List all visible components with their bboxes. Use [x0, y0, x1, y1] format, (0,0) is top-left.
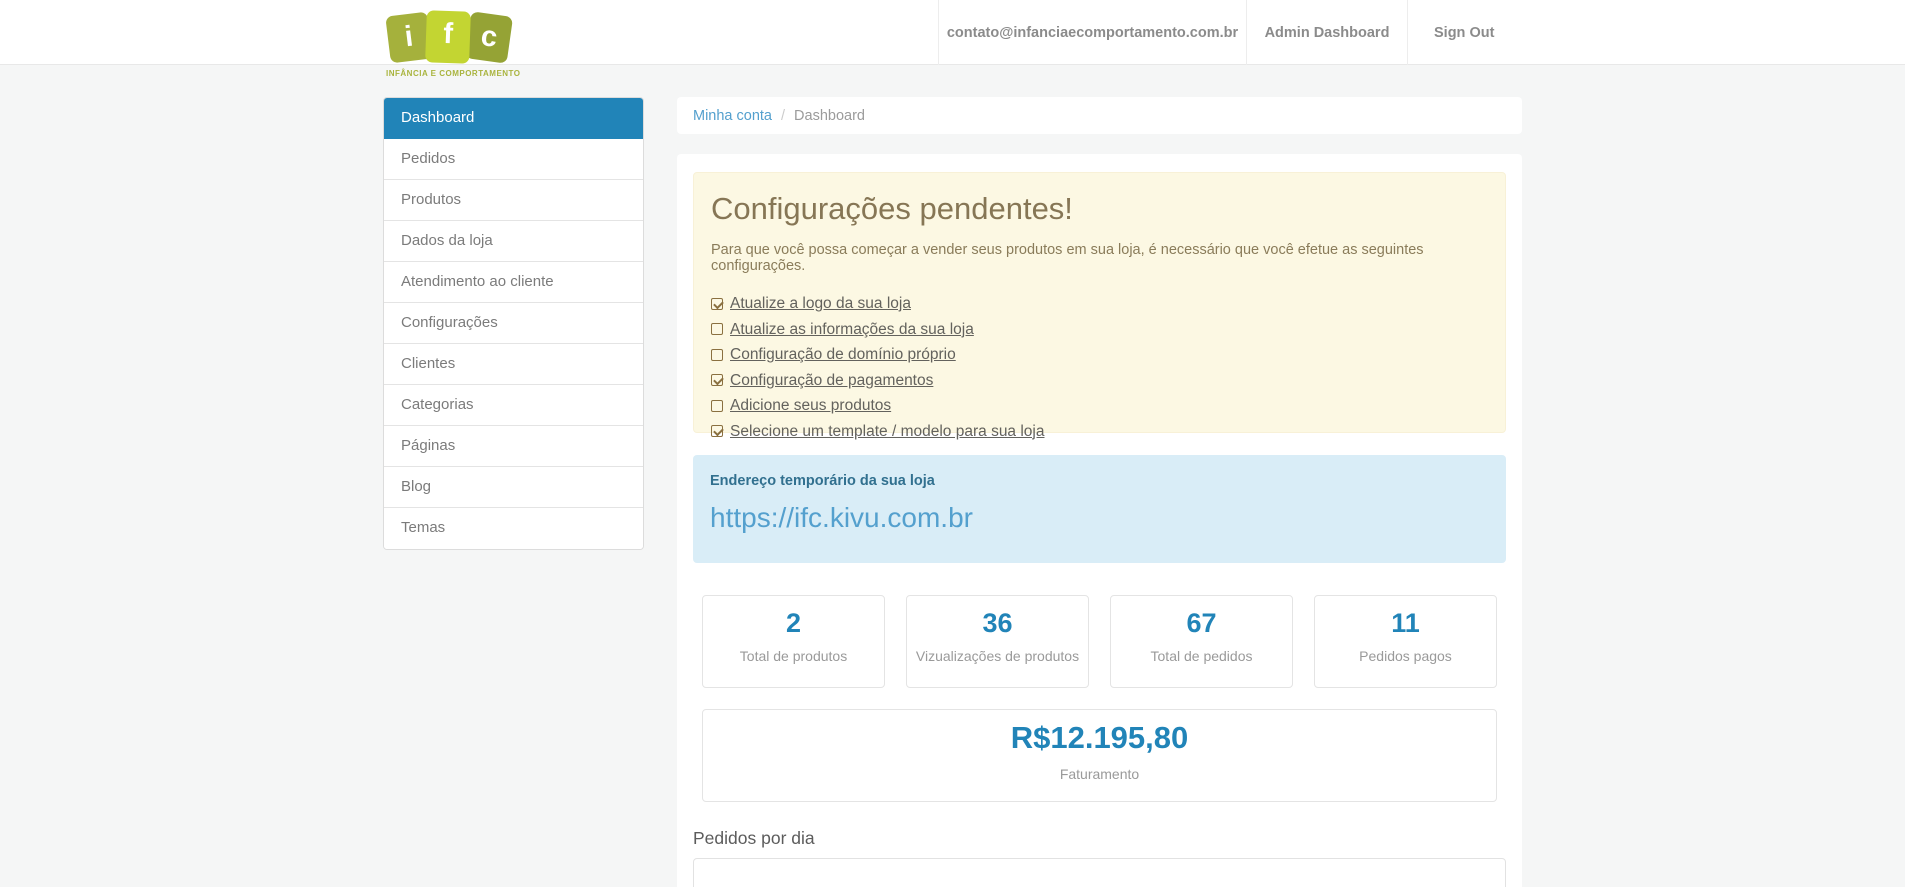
sign-out-link[interactable]: Sign Out — [1407, 0, 1520, 65]
store-address-box: Endereço temporário da sua loja https://… — [693, 455, 1506, 563]
stat-label: Vizualizações de produtos — [915, 648, 1080, 664]
revenue-card: R$12.195,80 Faturamento — [702, 709, 1497, 802]
sidebar-item-blog[interactable]: Blog — [384, 467, 643, 508]
stat-total-produtos: 2 Total de produtos — [702, 595, 885, 688]
revenue-label: Faturamento — [1059, 766, 1140, 782]
main-panel: Configurações pendentes! Para que você p… — [677, 154, 1522, 887]
task-atualize-informacoes-link[interactable]: Atualize as informações da sua loja — [730, 317, 974, 343]
task-adicione-produtos-link[interactable]: Adicione seus produtos — [730, 393, 891, 419]
sidebar-item-paginas[interactable]: Páginas — [384, 426, 643, 467]
breadcrumb: Minha conta / Dashboard — [677, 97, 1522, 134]
checkbox-icon — [711, 399, 723, 412]
task-atualize-logo-link[interactable]: Atualize a logo da sua loja — [730, 291, 911, 317]
stat-value: 11 — [1391, 608, 1420, 638]
stat-label: Pedidos pagos — [1359, 648, 1452, 664]
admin-dashboard-link[interactable]: Admin Dashboard — [1246, 0, 1407, 65]
store-logo[interactable]: i f c INFÂNCIA E COMPORTAMENTO — [385, 10, 520, 80]
task-list: Atualize a logo da sua loja Atualize as … — [711, 291, 1488, 444]
task-row: Atualize a logo da sua loja — [711, 291, 1488, 317]
revenue-value: R$12.195,80 — [1010, 720, 1189, 755]
task-row: Adicione seus produtos — [711, 393, 1488, 419]
admin-dashboard-screen: i f c INFÂNCIA E COMPORTAMENTO contato@i… — [0, 0, 1905, 887]
task-row: Configuração de pagamentos — [711, 368, 1488, 394]
breadcrumb-separator: / — [781, 107, 786, 124]
stats-row: 2 Total de produtos 36 Vizualizações de … — [702, 595, 1497, 688]
task-row: Configuração de domínio próprio — [711, 342, 1488, 368]
stat-label: Total de pedidos — [1150, 648, 1253, 664]
sidebar-item-atendimento-ao-cliente[interactable]: Atendimento ao cliente — [384, 262, 643, 303]
checkbox-icon — [711, 374, 723, 387]
stat-label: Total de produtos — [739, 648, 848, 664]
stat-pedidos-pagos: 11 Pedidos pagos — [1314, 595, 1497, 688]
task-row: Atualize as informações da sua loja — [711, 317, 1488, 343]
pending-config-alert: Configurações pendentes! Para que você p… — [693, 172, 1506, 440]
sidebar-item-dashboard[interactable]: Dashboard — [384, 98, 643, 139]
stat-visualizacoes-produtos: 36 Vizualizações de produtos — [906, 595, 1089, 688]
sidebar-item-configuracoes[interactable]: Configurações — [384, 303, 643, 344]
stat-value: 2 — [785, 608, 802, 638]
top-bar: i f c INFÂNCIA E COMPORTAMENTO contato@i… — [0, 0, 1905, 78]
sidebar-item-temas[interactable]: Temas — [384, 508, 643, 549]
task-pagamentos-link[interactable]: Configuração de pagamentos — [730, 368, 933, 394]
sidebar-item-categorias[interactable]: Categorias — [384, 385, 643, 426]
stat-total-pedidos: 67 Total de pedidos — [1110, 595, 1293, 688]
sidebar-item-dados-da-loja[interactable]: Dados da loja — [384, 221, 643, 262]
logo-card-f: f — [425, 10, 471, 64]
alert-description: Para que você possa começar a vender seu… — [711, 242, 1424, 274]
stat-value: 67 — [1186, 608, 1217, 638]
orders-per-day-chart-panel — [693, 858, 1506, 887]
sidebar-item-pedidos[interactable]: Pedidos — [384, 139, 643, 180]
stat-value: 36 — [982, 608, 1013, 638]
store-address-label: Endereço temporário da sua loja — [710, 473, 935, 489]
orders-per-day-title: Pedidos por dia — [693, 828, 815, 848]
checkbox-icon — [711, 323, 723, 336]
checkbox-icon — [711, 348, 723, 361]
breadcrumb-current: Dashboard — [794, 107, 865, 124]
store-url-link[interactable]: https://ifc.kivu.com.br — [710, 502, 973, 534]
task-selecione-template-link[interactable]: Selecione um template / modelo para sua … — [730, 419, 1045, 445]
checkbox-icon — [711, 425, 723, 438]
sidebar: Dashboard Pedidos Produtos Dados da loja… — [383, 97, 644, 550]
account-email: contato@infanciaecomportamento.com.br — [938, 0, 1246, 65]
sidebar-item-produtos[interactable]: Produtos — [384, 180, 643, 221]
task-dominio-proprio-link[interactable]: Configuração de domínio próprio — [730, 342, 956, 368]
task-row: Selecione um template / modelo para sua … — [711, 419, 1488, 445]
logo-card-c: c — [464, 11, 514, 64]
alert-title: Configurações pendentes! — [711, 191, 1073, 226]
sidebar-item-clientes[interactable]: Clientes — [384, 344, 643, 385]
top-nav: contato@infanciaecomportamento.com.br Ad… — [938, 0, 1520, 65]
breadcrumb-minha-conta-link[interactable]: Minha conta — [693, 108, 772, 124]
logo-cards: i f c — [385, 10, 514, 64]
checkbox-icon — [711, 297, 723, 310]
logo-subtitle: INFÂNCIA E COMPORTAMENTO — [386, 69, 521, 78]
